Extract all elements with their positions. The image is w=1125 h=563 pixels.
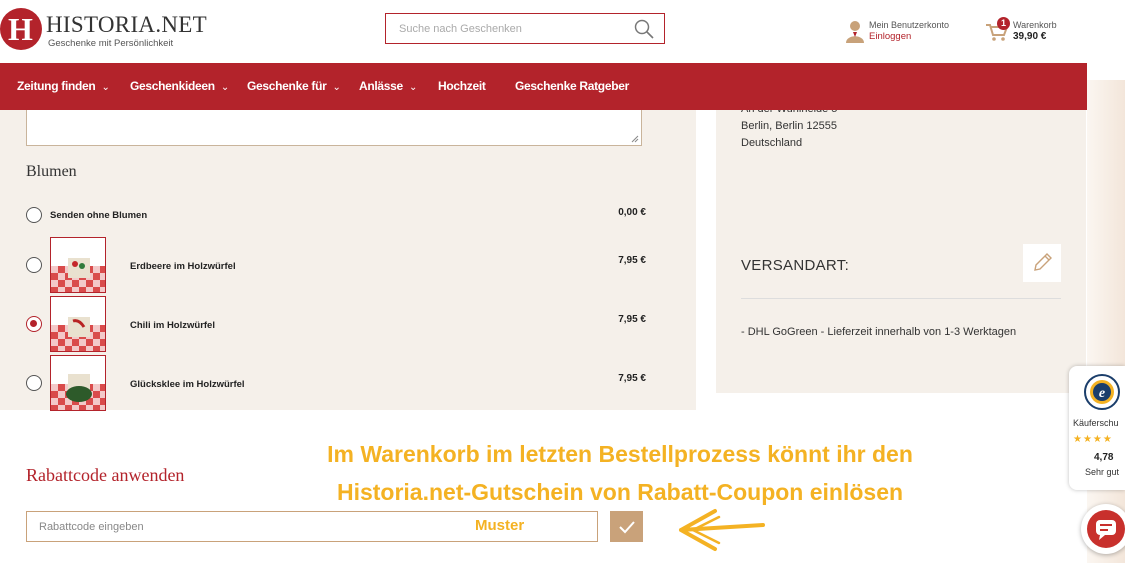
cart-label: Warenkorb — [1013, 20, 1057, 30]
nav-item-zeitung-finden[interactable]: Zeitung finden ⌄ — [17, 63, 110, 110]
chat-bubble — [1087, 510, 1125, 548]
nav-label: Zeitung finden — [17, 79, 96, 93]
radio-button[interactable] — [26, 207, 42, 223]
shipping-method: - DHL GoGreen - Lieferzeit innerhalb von… — [741, 326, 1017, 338]
nav-label: Hochzeit — [438, 79, 486, 93]
svg-text:e: e — [1099, 386, 1105, 401]
chevron-down-icon: ⌄ — [220, 82, 229, 93]
option-label: Chili im Holzwürfel — [130, 320, 215, 331]
logo-letter: H — [8, 11, 33, 47]
resize-grip-icon[interactable] — [631, 135, 639, 143]
nav-label: Geschenke Ratgeber — [515, 79, 629, 93]
logo-title[interactable]: HISTORIA.NET — [46, 12, 207, 38]
pencil-icon — [1034, 253, 1052, 271]
trust-badge[interactable]: e Käuferschu ★★★★ 4,78 Sehr gut — [1069, 366, 1125, 490]
coupon-field: Muster — [26, 511, 598, 542]
check-icon — [619, 521, 635, 534]
search-box — [385, 13, 665, 44]
main-nav: Zeitung finden ⌄ Geschenkideen ⌄ Geschenke… — [0, 63, 1087, 110]
user-icon — [846, 21, 864, 43]
radio-button[interactable] — [26, 257, 42, 273]
chat-button[interactable] — [1081, 504, 1125, 554]
radio-button[interactable] — [26, 375, 42, 391]
apply-coupon-button[interactable] — [610, 511, 643, 542]
rating-score: 4,78 — [1094, 452, 1114, 463]
nav-item-geschenke-fuer[interactable]: Geschenke für ⌄ — [247, 63, 341, 110]
rating-note: Sehr gut — [1085, 467, 1120, 477]
option-label: Senden ohne Blumen — [50, 210, 148, 221]
search-icon[interactable] — [634, 19, 654, 39]
sample-watermark: Muster — [475, 517, 525, 534]
trusted-shops-seal-icon: e — [1084, 374, 1120, 410]
flower-option-chili[interactable]: Chili im Holzwürfel 7,95 € — [26, 296, 646, 352]
flower-option-erdbeere[interactable]: Erdbeere im Holzwürfel 7,95 € — [26, 237, 646, 293]
nav-item-geschenkideen[interactable]: Geschenkideen ⌄ — [130, 63, 229, 110]
coupon-title: Rabattcode anwenden — [26, 465, 185, 485]
flower-option-none[interactable]: Senden ohne Blumen 0,00 € — [26, 206, 646, 226]
nav-label: Geschenkideen — [130, 79, 215, 93]
nav-item-hochzeit[interactable]: Hochzeit — [438, 63, 486, 110]
shipping-title: VERSANDART: — [741, 257, 850, 274]
radio-button-selected[interactable] — [26, 316, 42, 332]
option-price: 7,95 € — [618, 314, 646, 325]
site-header: H HISTORIA.NET Geschenke mit Persönlichk… — [0, 0, 1125, 63]
option-price: 7,95 € — [618, 373, 646, 384]
search-input[interactable] — [386, 14, 626, 43]
option-label: Glücksklee im Holzwürfel — [130, 379, 245, 390]
option-price: 7,95 € — [618, 255, 646, 266]
shipping-panel: An der Wuhlheide 5 Berlin, Berlin 12555 … — [716, 110, 1086, 393]
message-textarea[interactable] — [26, 110, 642, 146]
edit-shipping-button[interactable] — [1023, 244, 1061, 282]
cart-link[interactable]: 1 Warenkorb 39,90 € — [985, 17, 1075, 48]
logo-badge[interactable]: H — [0, 8, 42, 50]
option-label: Erdbeere im Holzwürfel — [130, 261, 236, 272]
product-thumbnail — [50, 355, 106, 411]
rating-stars-icon: ★★★★ — [1073, 434, 1113, 445]
chevron-down-icon: ⌄ — [332, 82, 341, 93]
account-label: Mein Benutzerkonto — [869, 20, 950, 30]
nav-item-anlaesse[interactable]: Anlässe ⌄ — [359, 63, 417, 110]
address-line-country: Deutschland — [741, 137, 803, 149]
annotation-line-2: Historia.net-Gutschein von Rabatt-Coupon… — [336, 479, 904, 505]
cart-count-badge: 1 — [997, 17, 1010, 30]
background-image-strip — [1087, 80, 1125, 563]
divider — [741, 298, 1061, 299]
chevron-down-icon: ⌄ — [408, 82, 418, 93]
chat-icon — [1096, 520, 1116, 540]
nav-label: Anlässe — [359, 79, 403, 93]
annotation-line-1: Im Warenkorb im letzten Bestellprozess k… — [327, 441, 913, 467]
product-thumbnail — [50, 296, 106, 352]
nav-label: Geschenke für — [247, 79, 327, 93]
order-options-panel: Blumen Senden ohne Blumen 0,00 € Erdbeer… — [0, 110, 696, 411]
trust-label: Käuferschu — [1073, 418, 1119, 428]
nav-item-ratgeber[interactable]: Geschenke Ratgeber — [515, 63, 629, 110]
flower-option-gluecksklee[interactable]: Glücksklee im Holzwürfel 7,95 € — [26, 355, 646, 411]
flowers-title: Blumen — [26, 163, 77, 180]
address-line-city: Berlin, Berlin 12555 — [741, 120, 838, 132]
logo-subtitle: Geschenke mit Persönlichkeit — [48, 38, 174, 49]
account-link[interactable]: Mein Benutzerkonto Einloggen — [845, 18, 965, 48]
chevron-down-icon: ⌄ — [101, 82, 110, 93]
option-price: 0,00 € — [618, 207, 646, 218]
arrow-left-icon — [679, 509, 765, 551]
login-link[interactable]: Einloggen — [869, 31, 911, 42]
coupon-input[interactable] — [27, 512, 467, 541]
cart-total: 39,90 € — [1013, 31, 1047, 42]
product-thumbnail — [50, 237, 106, 293]
